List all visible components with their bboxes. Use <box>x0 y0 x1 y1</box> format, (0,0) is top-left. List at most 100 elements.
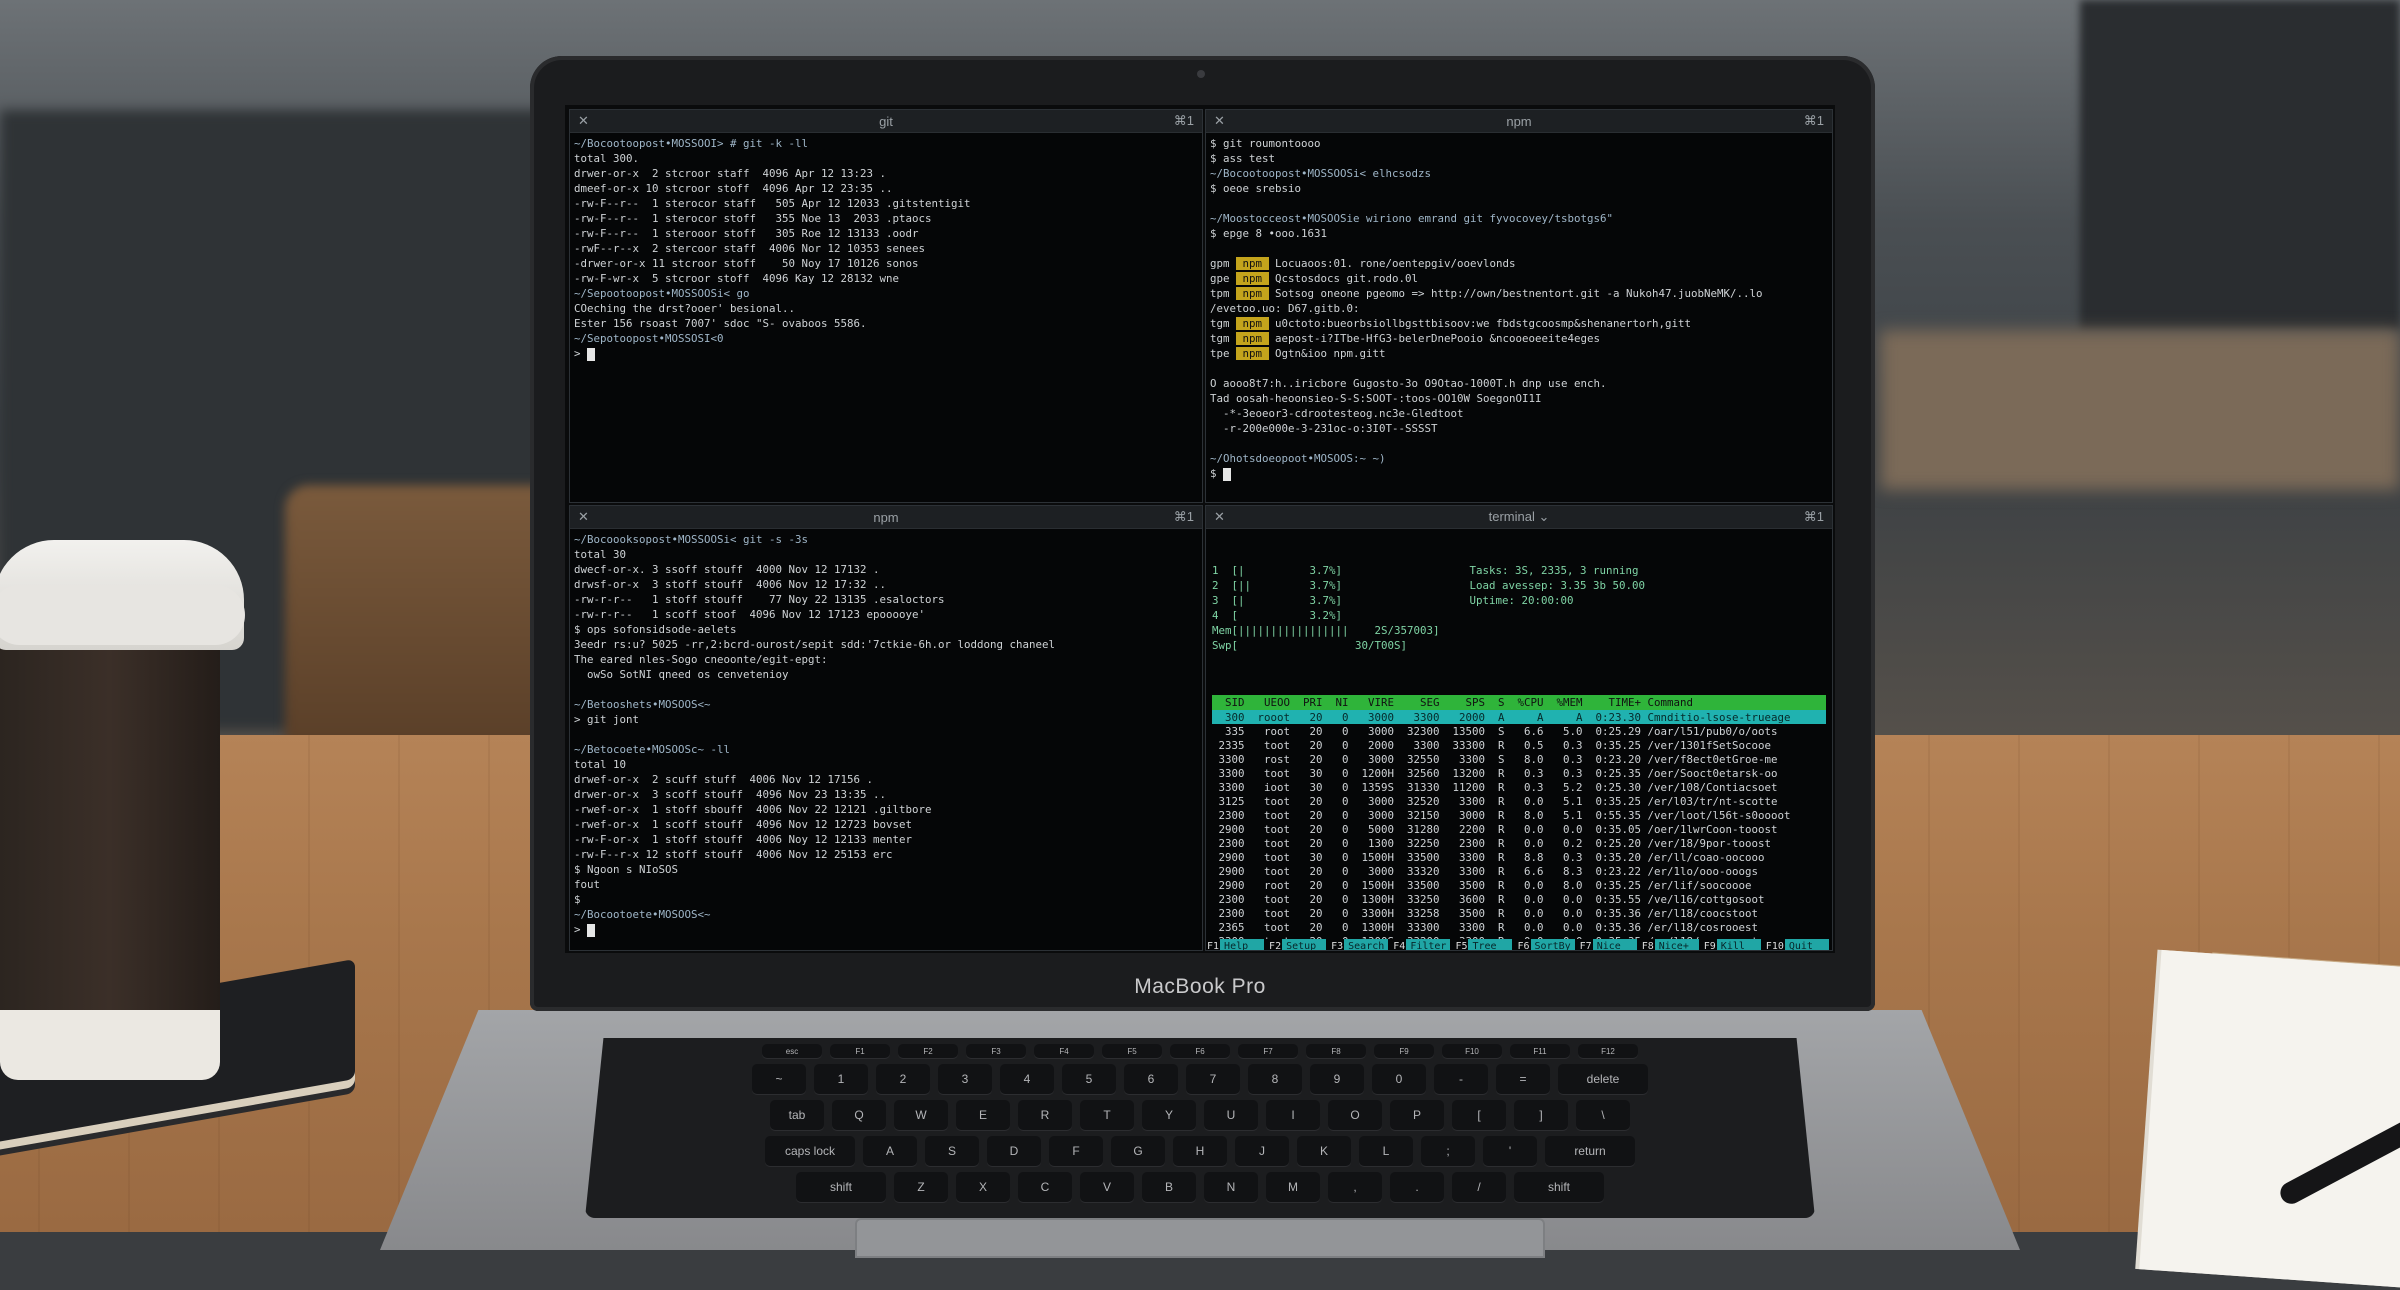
htop-fkey[interactable]: F4 Filter <box>1392 939 1451 950</box>
key[interactable]: L <box>1359 1136 1413 1166</box>
key[interactable]: tab <box>770 1100 824 1130</box>
key[interactable]: W <box>894 1100 948 1130</box>
key[interactable]: shift <box>796 1172 886 1202</box>
key[interactable]: V <box>1080 1172 1134 1202</box>
key[interactable]: \ <box>1576 1100 1630 1130</box>
close-icon[interactable]: ✕ <box>1214 113 1225 129</box>
key[interactable]: esc <box>762 1044 822 1058</box>
key[interactable]: [ <box>1452 1100 1506 1130</box>
htop-process-row[interactable]: 2900 toot 30 0 1500H 33500 3300 R 8.8 0.… <box>1212 850 1826 864</box>
key[interactable]: F6 <box>1170 1044 1230 1058</box>
key[interactable]: caps lock <box>765 1136 855 1166</box>
key[interactable]: F2 <box>898 1044 958 1058</box>
key[interactable]: shift <box>1514 1172 1604 1202</box>
key[interactable]: / <box>1452 1172 1506 1202</box>
key[interactable]: ; <box>1421 1136 1475 1166</box>
key[interactable]: , <box>1328 1172 1382 1202</box>
terminal-output[interactable]: ~/Bocoooksopost•MOSSOOSi< git -s -3s tota… <box>570 529 1202 940</box>
key[interactable]: E <box>956 1100 1010 1130</box>
key[interactable]: F4 <box>1034 1044 1094 1058</box>
htop-process-row[interactable]: 3300 toot 30 0 1200H 32560 13200 R 0.3 0… <box>1212 766 1826 780</box>
htop-process-row[interactable]: 3300 ioot 30 0 1359S 31330 11200 R 0.3 5… <box>1212 780 1826 794</box>
htop-fkey[interactable]: F8 Nice+ <box>1641 939 1699 950</box>
key[interactable]: T <box>1080 1100 1134 1130</box>
key[interactable]: 4 <box>1000 1064 1054 1094</box>
close-icon[interactable]: ✕ <box>578 113 589 129</box>
htop-view[interactable]: 1 [| 3.7%] 2 [|| 3.7%] 3 [| 3.7%] 4 [ 3.2%]… <box>1206 529 1832 950</box>
htop-process-row[interactable]: 2900 toot 20 0 5000 31280 2200 R 0.0 0.0… <box>1212 822 1826 836</box>
htop-process-row[interactable]: 2300 toot 20 0 1300H 33250 3600 R 0.0 0.… <box>1212 892 1826 906</box>
key[interactable]: F12 <box>1578 1044 1638 1058</box>
key[interactable]: 7 <box>1186 1064 1240 1094</box>
key[interactable]: . <box>1390 1172 1444 1202</box>
htop-process-row[interactable]: 300 rooot 20 0 3000 3300 2000 A A A 0:23… <box>1212 710 1826 724</box>
htop-process-row[interactable]: 2300 toot 20 0 1300 32250 2300 R 0.0 0.2… <box>1212 836 1826 850</box>
key[interactable]: 3 <box>938 1064 992 1094</box>
terminal-pane-npm-2[interactable]: ✕ npm ⌘1 ~/Bocoooksopost•MOSSOOSi< git -… <box>569 505 1203 951</box>
htop-fkey[interactable]: F1 Help <box>1206 939 1265 950</box>
key[interactable]: F11 <box>1510 1044 1570 1058</box>
htop-process-row[interactable]: 2900 root 20 0 1500H 33500 3500 R 0.0 8.… <box>1212 878 1826 892</box>
key[interactable]: - <box>1434 1064 1488 1094</box>
key[interactable]: 1 <box>814 1064 868 1094</box>
key[interactable]: F1 <box>830 1044 890 1058</box>
terminal-pane-npm[interactable]: ✕ npm ⌘1 $ git roumontoooo $ ass test ~/Bo… <box>1205 109 1833 503</box>
key[interactable]: X <box>956 1172 1010 1202</box>
key[interactable]: return <box>1545 1136 1635 1166</box>
key[interactable]: 2 <box>876 1064 930 1094</box>
key[interactable]: O <box>1328 1100 1382 1130</box>
htop-process-row[interactable]: 2300 toot 20 0 3300H 33258 3500 R 0.0 0.… <box>1212 906 1826 920</box>
key[interactable]: 8 <box>1248 1064 1302 1094</box>
terminal-output[interactable]: ~/Bocootoopost•MOSSOOI> # git -k -ll tota… <box>570 133 1202 364</box>
key[interactable]: P <box>1390 1100 1444 1130</box>
key[interactable]: U <box>1204 1100 1258 1130</box>
close-icon[interactable]: ✕ <box>1214 509 1225 525</box>
key[interactable]: delete <box>1558 1064 1648 1094</box>
htop-fkey[interactable]: F3 Search <box>1330 939 1389 950</box>
key[interactable]: J <box>1235 1136 1289 1166</box>
key[interactable]: 0 <box>1372 1064 1426 1094</box>
key[interactable]: R <box>1018 1100 1072 1130</box>
htop-process-row[interactable]: 2365 toot 20 0 1300H 33300 3300 R 0.0 0.… <box>1212 920 1826 934</box>
key[interactable]: 9 <box>1310 1064 1364 1094</box>
close-icon[interactable]: ✕ <box>578 509 589 525</box>
key[interactable]: A <box>863 1136 917 1166</box>
htop-process-row[interactable]: 3125 toot 20 0 3000 32520 3300 R 0.0 5.1… <box>1212 794 1826 808</box>
key[interactable]: ' <box>1483 1136 1537 1166</box>
htop-process-row[interactable]: 2300 toot 20 0 3000 32150 3000 R 8.0 5.1… <box>1212 808 1826 822</box>
key[interactable]: F9 <box>1374 1044 1434 1058</box>
key[interactable]: 6 <box>1124 1064 1178 1094</box>
terminal-pane-git[interactable]: ✕ git ⌘1 ~/Bocootoopost•MOSSOOI> # git -… <box>569 109 1203 503</box>
key[interactable]: 5 <box>1062 1064 1116 1094</box>
htop-process-row[interactable]: 3300 rost 20 0 3000 32550 3300 S 8.0 0.3… <box>1212 752 1826 766</box>
htop-fkey[interactable]: F5 Tree <box>1454 939 1513 950</box>
key[interactable]: G <box>1111 1136 1165 1166</box>
htop-process-table[interactable]: SID UEOO PRI NI VIRE SEG SPS S %CPU %MEM… <box>1212 695 1826 950</box>
key[interactable]: D <box>987 1136 1041 1166</box>
htop-fkey[interactable]: F7 Nice <box>1579 939 1637 950</box>
terminal-pane-htop[interactable]: ✕ terminal ⌄ ⌘1 1 [| 3.7%] 2 [|| 3.7%] 3 [… <box>1205 505 1833 951</box>
key[interactable]: Y <box>1142 1100 1196 1130</box>
key[interactable]: Z <box>894 1172 948 1202</box>
key[interactable]: ~ <box>752 1064 806 1094</box>
htop-process-row[interactable]: 335 root 20 0 3000 32300 13500 S 6.6 5.0… <box>1212 724 1826 738</box>
trackpad[interactable] <box>855 1218 1545 1258</box>
key[interactable]: F7 <box>1238 1044 1298 1058</box>
htop-fkey[interactable]: F2 Setup <box>1268 939 1327 950</box>
key[interactable]: N <box>1204 1172 1258 1202</box>
key[interactable]: F <box>1049 1136 1103 1166</box>
htop-process-row[interactable]: 2900 toot 20 0 3000 33320 3300 R 6.6 8.3… <box>1212 864 1826 878</box>
key[interactable]: I <box>1266 1100 1320 1130</box>
htop-fkey[interactable]: F9 Kill <box>1703 939 1761 950</box>
key[interactable]: M <box>1266 1172 1320 1202</box>
key[interactable]: S <box>925 1136 979 1166</box>
key[interactable]: K <box>1297 1136 1351 1166</box>
key[interactable]: Q <box>832 1100 886 1130</box>
key[interactable]: B <box>1142 1172 1196 1202</box>
key[interactable]: H <box>1173 1136 1227 1166</box>
key[interactable]: C <box>1018 1172 1072 1202</box>
key[interactable]: F3 <box>966 1044 1026 1058</box>
key[interactable]: F8 <box>1306 1044 1366 1058</box>
htop-process-row[interactable]: 2335 toot 20 0 2000 3300 33300 R 0.5 0.3… <box>1212 738 1826 752</box>
key[interactable]: = <box>1496 1064 1550 1094</box>
